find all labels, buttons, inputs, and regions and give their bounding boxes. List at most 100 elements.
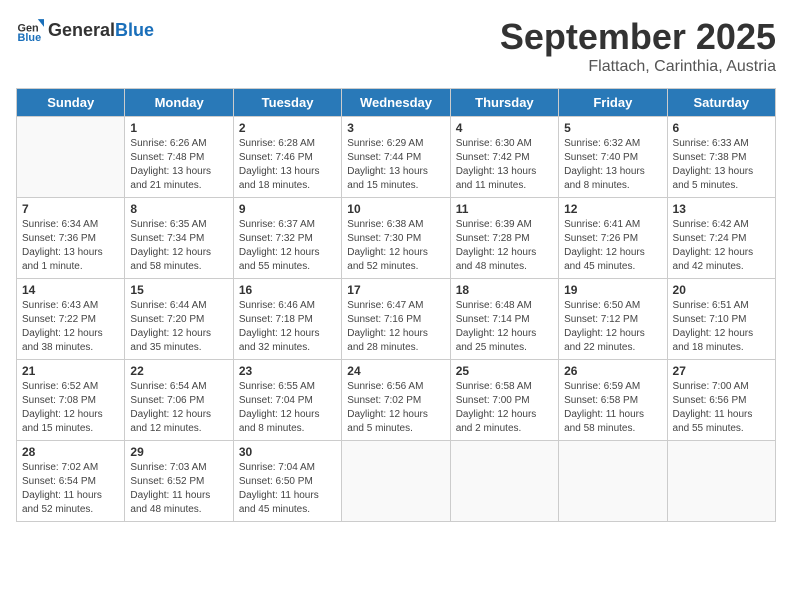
calendar-body: 1 Sunrise: 6:26 AMSunset: 7:48 PMDaylight… bbox=[17, 117, 776, 522]
calendar-cell: 8Sunrise: 6:35 AMSunset: 7:34 PMDaylight… bbox=[125, 198, 233, 279]
day-info: Sunrise: 6:30 AMSunset: 7:42 PMDaylight:… bbox=[456, 137, 553, 193]
day-number: 14 bbox=[22, 283, 119, 297]
day-number: 8 bbox=[130, 202, 227, 216]
day-number: 30 bbox=[239, 445, 336, 459]
day-number: 23 bbox=[239, 364, 336, 378]
logo-icon: Gen Blue bbox=[16, 16, 44, 44]
day-info: Sunrise: 6:54 AMSunset: 7:06 PMDaylight:… bbox=[130, 380, 227, 436]
day-number: 17 bbox=[347, 283, 444, 297]
day-info: Sunrise: 6:58 AMSunset: 7:00 PMDaylight:… bbox=[456, 380, 553, 436]
day-number: 20 bbox=[673, 283, 770, 297]
day-info: Sunrise: 6:43 AMSunset: 7:22 PMDaylight:… bbox=[22, 299, 119, 355]
day-number: 13 bbox=[673, 202, 770, 216]
location-subtitle: Flattach, Carinthia, Austria bbox=[500, 58, 776, 76]
day-info: Sunrise: 6:33 AMSunset: 7:38 PMDaylight:… bbox=[673, 137, 770, 193]
day-info: Sunrise: 6:55 AMSunset: 7:04 PMDaylight:… bbox=[239, 380, 336, 436]
day-number: 4 bbox=[456, 121, 553, 135]
day-number: 10 bbox=[347, 202, 444, 216]
day-number: 2 bbox=[239, 121, 336, 135]
calendar-cell: 17 Sunrise: 6:47 AMSunset: 7:16 PMDayligh… bbox=[342, 279, 450, 360]
day-number: 25 bbox=[456, 364, 553, 378]
day-info: Sunrise: 6:34 AMSunset: 7:36 PMDaylight:… bbox=[22, 218, 119, 274]
svg-text:Blue: Blue bbox=[18, 32, 42, 44]
day-number: 22 bbox=[130, 364, 227, 378]
calendar-cell: 28 Sunrise: 7:02 AMSunset: 6:54 PMDayligh… bbox=[17, 441, 125, 522]
day-info: Sunrise: 6:56 AMSunset: 7:02 PMDaylight:… bbox=[347, 380, 444, 436]
day-info: Sunrise: 6:32 AMSunset: 7:40 PMDaylight:… bbox=[564, 137, 661, 193]
day-number: 26 bbox=[564, 364, 661, 378]
calendar-cell bbox=[342, 441, 450, 522]
day-info: Sunrise: 6:52 AMSunset: 7:08 PMDaylight:… bbox=[22, 380, 119, 436]
day-number: 29 bbox=[130, 445, 227, 459]
day-number: 1 bbox=[130, 121, 227, 135]
calendar-cell bbox=[17, 117, 125, 198]
calendar-cell: 26Sunrise: 6:59 AMSunset: 6:58 PMDayligh… bbox=[559, 360, 667, 441]
calendar-cell: 5Sunrise: 6:32 AMSunset: 7:40 PMDaylight… bbox=[559, 117, 667, 198]
calendar-cell: 4 Sunrise: 6:30 AMSunset: 7:42 PMDaylight… bbox=[450, 117, 558, 198]
calendar-table: SundayMondayTuesdayWednesdayThursdayFrid… bbox=[16, 88, 776, 522]
calendar-cell: 11 Sunrise: 6:39 AMSunset: 7:28 PMDayligh… bbox=[450, 198, 558, 279]
calendar-cell bbox=[559, 441, 667, 522]
day-info: Sunrise: 6:41 AMSunset: 7:26 PMDaylight:… bbox=[564, 218, 661, 274]
day-number: 11 bbox=[456, 202, 553, 216]
calendar-cell: 20 Sunrise: 6:51 AMSunset: 7:10 PMDayligh… bbox=[667, 279, 775, 360]
day-number: 9 bbox=[239, 202, 336, 216]
day-info: Sunrise: 6:44 AMSunset: 7:20 PMDaylight:… bbox=[130, 299, 227, 355]
calendar-cell: 23 Sunrise: 6:55 AMSunset: 7:04 PMDayligh… bbox=[233, 360, 341, 441]
day-number: 6 bbox=[673, 121, 770, 135]
day-info: Sunrise: 6:42 AMSunset: 7:24 PMDaylight:… bbox=[673, 218, 770, 274]
calendar-week-row: 7 Sunrise: 6:34 AMSunset: 7:36 PMDaylight… bbox=[17, 198, 776, 279]
day-info: Sunrise: 7:02 AMSunset: 6:54 PMDaylight:… bbox=[22, 461, 119, 517]
day-number: 15 bbox=[130, 283, 227, 297]
calendar-cell: 30 Sunrise: 7:04 AMSunset: 6:50 PMDayligh… bbox=[233, 441, 341, 522]
day-info: Sunrise: 6:48 AMSunset: 7:14 PMDaylight:… bbox=[456, 299, 553, 355]
weekday-header-tuesday: Tuesday bbox=[233, 89, 341, 117]
day-number: 28 bbox=[22, 445, 119, 459]
title-block: September 2025 Flattach, Carinthia, Aust… bbox=[500, 16, 776, 76]
day-info: Sunrise: 6:37 AMSunset: 7:32 PMDaylight:… bbox=[239, 218, 336, 274]
logo: Gen Blue GeneralBlue bbox=[16, 16, 154, 44]
day-info: Sunrise: 6:51 AMSunset: 7:10 PMDaylight:… bbox=[673, 299, 770, 355]
calendar-cell: 22 Sunrise: 6:54 AMSunset: 7:06 PMDayligh… bbox=[125, 360, 233, 441]
day-info: Sunrise: 6:28 AMSunset: 7:46 PMDaylight:… bbox=[239, 137, 336, 193]
calendar-cell: 12 Sunrise: 6:41 AMSunset: 7:26 PMDayligh… bbox=[559, 198, 667, 279]
calendar-cell: 29 Sunrise: 7:03 AMSunset: 6:52 PMDayligh… bbox=[125, 441, 233, 522]
day-number: 3 bbox=[347, 121, 444, 135]
day-info: Sunrise: 7:03 AMSunset: 6:52 PMDaylight:… bbox=[130, 461, 227, 517]
calendar-cell: 24Sunrise: 6:56 AMSunset: 7:02 PMDayligh… bbox=[342, 360, 450, 441]
calendar-week-row: 21 Sunrise: 6:52 AMSunset: 7:08 PMDayligh… bbox=[17, 360, 776, 441]
calendar-cell: 6 Sunrise: 6:33 AMSunset: 7:38 PMDaylight… bbox=[667, 117, 775, 198]
day-info: Sunrise: 6:50 AMSunset: 7:12 PMDaylight:… bbox=[564, 299, 661, 355]
page-header: Gen Blue GeneralBlue September 2025 Flat… bbox=[16, 16, 776, 76]
calendar-cell: 10 Sunrise: 6:38 AMSunset: 7:30 PMDayligh… bbox=[342, 198, 450, 279]
day-info: Sunrise: 6:26 AMSunset: 7:48 PMDaylight:… bbox=[130, 137, 227, 193]
day-info: Sunrise: 6:39 AMSunset: 7:28 PMDaylight:… bbox=[456, 218, 553, 274]
calendar-cell: 21 Sunrise: 6:52 AMSunset: 7:08 PMDayligh… bbox=[17, 360, 125, 441]
weekday-header-friday: Friday bbox=[559, 89, 667, 117]
day-number: 12 bbox=[564, 202, 661, 216]
day-number: 21 bbox=[22, 364, 119, 378]
calendar-week-row: 14 Sunrise: 6:43 AMSunset: 7:22 PMDayligh… bbox=[17, 279, 776, 360]
weekday-header-sunday: Sunday bbox=[17, 89, 125, 117]
calendar-cell bbox=[450, 441, 558, 522]
calendar-cell: 15 Sunrise: 6:44 AMSunset: 7:20 PMDayligh… bbox=[125, 279, 233, 360]
calendar-cell: 2 Sunrise: 6:28 AMSunset: 7:46 PMDaylight… bbox=[233, 117, 341, 198]
day-number: 18 bbox=[456, 283, 553, 297]
day-info: Sunrise: 7:04 AMSunset: 6:50 PMDaylight:… bbox=[239, 461, 336, 517]
day-info: Sunrise: 6:46 AMSunset: 7:18 PMDaylight:… bbox=[239, 299, 336, 355]
calendar-cell: 9 Sunrise: 6:37 AMSunset: 7:32 PMDaylight… bbox=[233, 198, 341, 279]
calendar-cell: 25 Sunrise: 6:58 AMSunset: 7:00 PMDayligh… bbox=[450, 360, 558, 441]
calendar-cell: 13 Sunrise: 6:42 AMSunset: 7:24 PMDayligh… bbox=[667, 198, 775, 279]
calendar-cell: 1 Sunrise: 6:26 AMSunset: 7:48 PMDaylight… bbox=[125, 117, 233, 198]
weekday-header-saturday: Saturday bbox=[667, 89, 775, 117]
weekday-header-wednesday: Wednesday bbox=[342, 89, 450, 117]
calendar-cell: 14 Sunrise: 6:43 AMSunset: 7:22 PMDayligh… bbox=[17, 279, 125, 360]
weekday-header-monday: Monday bbox=[125, 89, 233, 117]
day-info: Sunrise: 6:47 AMSunset: 7:16 PMDaylight:… bbox=[347, 299, 444, 355]
day-info: Sunrise: 7:00 AMSunset: 6:56 PMDaylight:… bbox=[673, 380, 770, 436]
day-number: 7 bbox=[22, 202, 119, 216]
calendar-cell: 16 Sunrise: 6:46 AMSunset: 7:18 PMDayligh… bbox=[233, 279, 341, 360]
logo-text: GeneralBlue bbox=[48, 20, 154, 41]
day-number: 16 bbox=[239, 283, 336, 297]
day-info: Sunrise: 6:38 AMSunset: 7:30 PMDaylight:… bbox=[347, 218, 444, 274]
